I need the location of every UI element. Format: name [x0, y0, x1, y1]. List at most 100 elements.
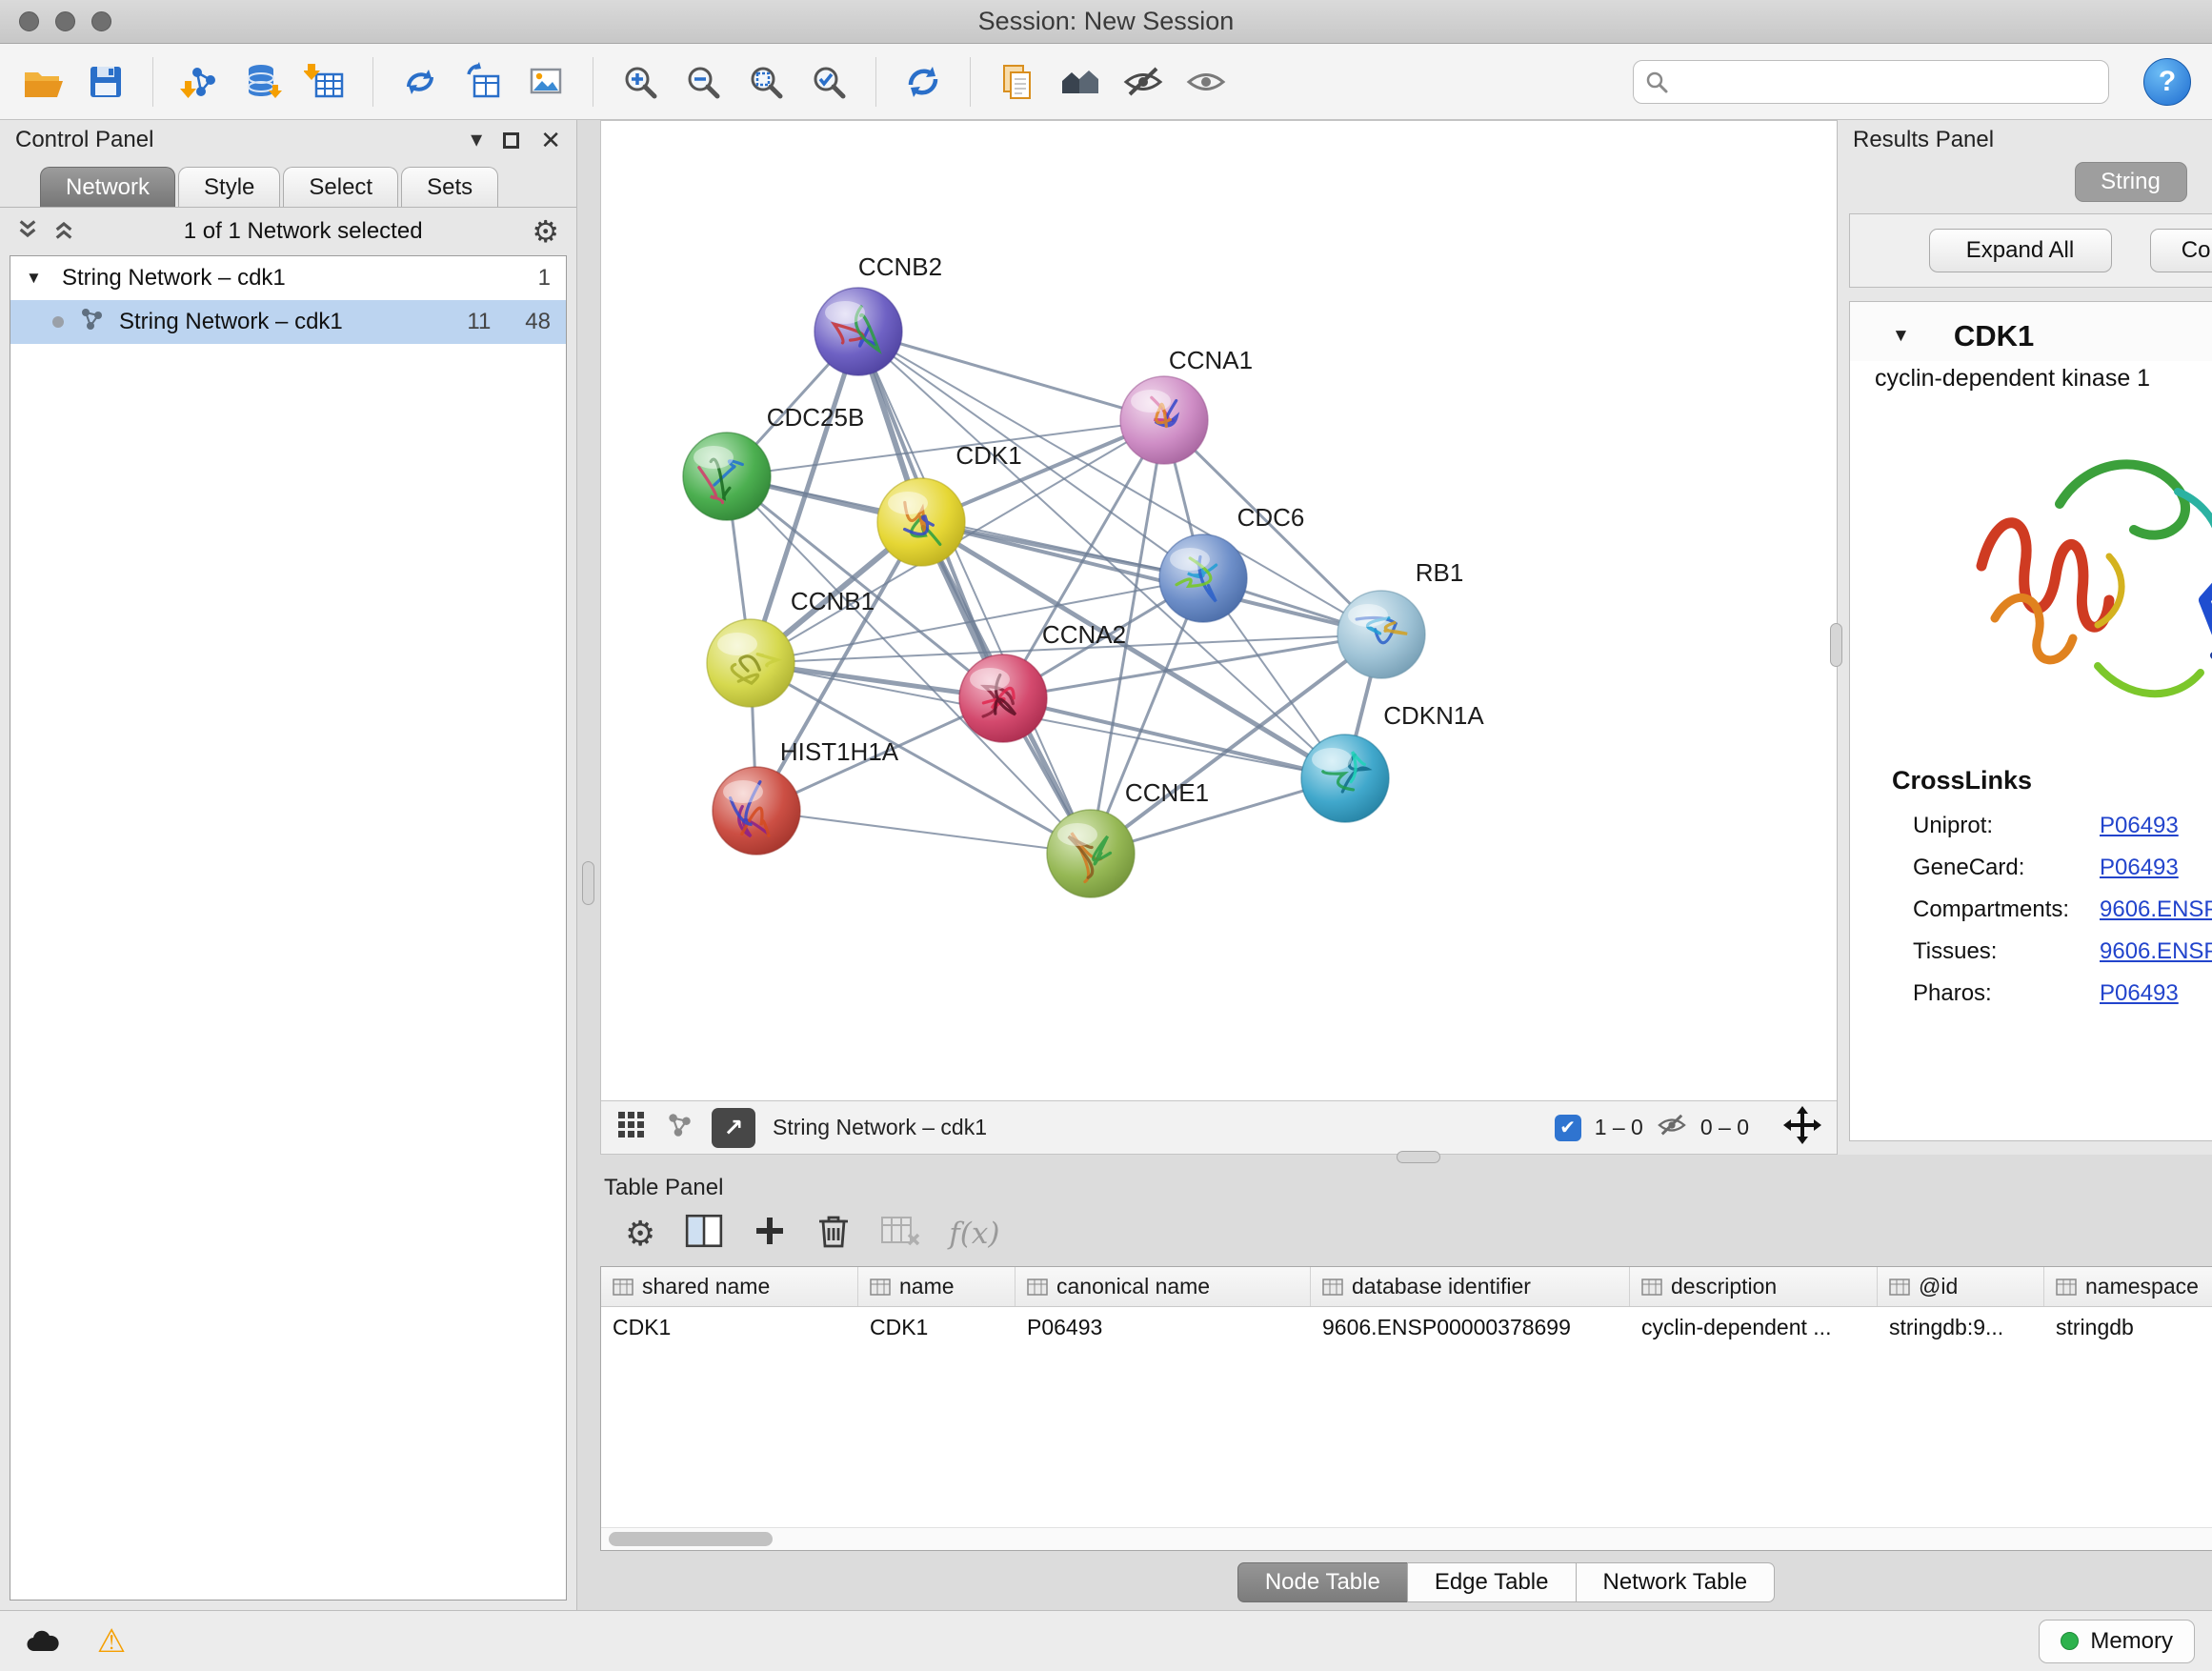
- import-network-database-button[interactable]: [235, 54, 291, 110]
- grid-view-icon[interactable]: [616, 1110, 647, 1146]
- show-columns-icon[interactable]: [684, 1213, 724, 1254]
- table-row[interactable]: CDK1 CDK1 P06493 9606.ENSP00000378699 cy…: [601, 1307, 2212, 1349]
- network-options-gear-icon[interactable]: ⚙: [532, 216, 559, 247]
- float-panel-icon[interactable]: [503, 132, 519, 149]
- table-options-gear-icon[interactable]: ⚙: [625, 1217, 655, 1251]
- apply-layout-button[interactable]: [895, 54, 951, 110]
- network-canvas[interactable]: CCNB2CCNA1CDC25BCDK1CDC6RB1CCNB1CCNA2CDK…: [601, 121, 1837, 1100]
- tab-style[interactable]: Style: [178, 167, 280, 207]
- network-node-rb1[interactable]: RB1: [1337, 558, 1463, 678]
- maximize-window-button[interactable]: [91, 11, 111, 31]
- warnings-button[interactable]: ⚠: [86, 1620, 137, 1663]
- hidden-eye-icon[interactable]: [1657, 1110, 1687, 1146]
- minimize-window-button[interactable]: [55, 11, 75, 31]
- node-label-cdc6: CDC6: [1237, 503, 1305, 532]
- tab-node-table[interactable]: Node Table: [1237, 1562, 1408, 1602]
- home-view-button[interactable]: [1053, 54, 1108, 110]
- collapse-all-networks-icon[interactable]: [53, 219, 74, 245]
- zoom-in-button[interactable]: [613, 54, 668, 110]
- network-collection-row[interactable]: ▼ String Network – cdk1 1: [10, 256, 566, 300]
- cell-namespace: stringdb: [2044, 1307, 2212, 1349]
- tab-network[interactable]: Network: [40, 167, 175, 207]
- network-node-ccnb2[interactable]: CCNB2: [814, 252, 942, 375]
- tab-edge-table[interactable]: Edge Table: [1407, 1562, 1577, 1602]
- results-splitter-handle[interactable]: [1830, 623, 1842, 667]
- export-image-button[interactable]: [518, 54, 573, 110]
- column-header[interactable]: namespace: [2044, 1267, 2212, 1306]
- import-table-button[interactable]: [298, 54, 353, 110]
- close-window-button[interactable]: [19, 11, 39, 31]
- network-node-ccna1[interactable]: CCNA1: [1120, 346, 1253, 464]
- zoom-out-button[interactable]: [675, 54, 731, 110]
- tab-network-table[interactable]: Network Table: [1576, 1562, 1776, 1602]
- import-network-file-button[interactable]: [172, 54, 228, 110]
- collapse-panel-icon[interactable]: ▾: [471, 129, 482, 151]
- copy-document-button[interactable]: [990, 54, 1045, 110]
- save-session-button[interactable]: [78, 54, 133, 110]
- help-button[interactable]: ?: [2143, 58, 2191, 106]
- selected-checkbox-icon[interactable]: ✔: [1555, 1115, 1581, 1141]
- search-input[interactable]: [1633, 60, 2109, 104]
- toolbar-separator: [152, 57, 153, 107]
- tab-sets[interactable]: Sets: [401, 167, 498, 207]
- node-label-hist1h1a: HIST1H1A: [780, 737, 899, 766]
- node-label-rb1: RB1: [1416, 558, 1464, 587]
- crosslink-row: Compartments: 9606.ENSP00000378699: [1850, 889, 2212, 931]
- tissues-link[interactable]: 9606.ENSP00000378699: [2100, 938, 2212, 965]
- panel-splitter-handle[interactable]: [582, 861, 594, 905]
- pan-mode-icon[interactable]: [1783, 1106, 1821, 1150]
- open-session-button[interactable]: [15, 54, 70, 110]
- warning-icon: ⚠: [97, 1622, 126, 1661]
- delete-column-icon[interactable]: [815, 1212, 852, 1255]
- collapse-protein-icon[interactable]: ▼: [1892, 326, 1910, 347]
- compartments-link[interactable]: 9606.ENSP00000378699: [2100, 896, 2212, 923]
- network-footer: ↗ String Network – cdk1 ✔ 1 – 0 0 – 0: [601, 1100, 1837, 1154]
- expand-all-networks-icon[interactable]: [17, 219, 38, 245]
- hide-details-button[interactable]: [1116, 54, 1171, 110]
- collection-disclosure-icon[interactable]: ▼: [26, 269, 49, 288]
- column-header[interactable]: name: [858, 1267, 1016, 1306]
- column-header[interactable]: canonical name: [1016, 1267, 1311, 1306]
- column-header[interactable]: @id: [1878, 1267, 2044, 1306]
- node-label-cdc25b: CDC25B: [767, 403, 865, 432]
- new-network-selection-button[interactable]: [392, 54, 448, 110]
- network-node-cdkn1a[interactable]: CDKN1A: [1301, 701, 1484, 822]
- node-label-cdk1: CDK1: [955, 441, 1021, 470]
- cloud-button[interactable]: [17, 1620, 69, 1663]
- network-node-hist1h1a[interactable]: HIST1H1A: [713, 737, 899, 855]
- main-area: Control Panel ▾ ✕ Network Style Select S…: [0, 120, 2212, 1610]
- network-share-icon[interactable]: [664, 1110, 694, 1146]
- database-icon: [241, 60, 285, 104]
- zoom-selected-region-button[interactable]: [801, 54, 856, 110]
- column-header[interactable]: description: [1630, 1267, 1878, 1306]
- export-network-button[interactable]: [455, 54, 511, 110]
- folder-open-icon: [21, 61, 65, 103]
- column-header[interactable]: database identifier: [1311, 1267, 1630, 1306]
- zoom-out-icon: [682, 61, 724, 103]
- scrollbar-thumb[interactable]: [609, 1532, 773, 1546]
- network-node-ccne1[interactable]: CCNE1: [1047, 778, 1209, 897]
- tab-select[interactable]: Select: [283, 167, 398, 207]
- horizontal-scrollbar[interactable]: [601, 1527, 2212, 1550]
- collapse-all-button[interactable]: Collapse All: [2150, 229, 2212, 272]
- selected-count: 1 – 0: [1595, 1115, 1643, 1140]
- pharos-link[interactable]: P06493: [2100, 980, 2179, 1007]
- close-panel-icon[interactable]: ✕: [540, 128, 561, 152]
- memory-button[interactable]: Memory: [2039, 1620, 2195, 1663]
- node-label-ccna2: CCNA2: [1042, 620, 1126, 649]
- genecard-link[interactable]: P06493: [2100, 855, 2179, 881]
- show-details-button[interactable]: [1178, 54, 1234, 110]
- import-table-icon: [304, 60, 348, 104]
- expand-all-button[interactable]: Expand All: [1929, 229, 2112, 272]
- zoom-fit-content-button[interactable]: [738, 54, 794, 110]
- table-splitter-handle[interactable]: [1397, 1151, 1440, 1163]
- column-header[interactable]: shared name: [601, 1267, 858, 1306]
- uniprot-link[interactable]: P06493: [2100, 813, 2179, 839]
- copy-documents-icon: [996, 61, 1038, 103]
- network-graph[interactable]: CCNB2CCNA1CDC25BCDK1CDC6RB1CCNB1CCNA2CDK…: [601, 121, 1611, 1097]
- detach-view-button[interactable]: ↗: [712, 1108, 755, 1148]
- tab-string[interactable]: String: [2075, 162, 2187, 202]
- network-row[interactable]: String Network – cdk1 11 48: [10, 300, 566, 344]
- add-column-icon[interactable]: [753, 1214, 787, 1253]
- toolbar-separator: [970, 57, 971, 107]
